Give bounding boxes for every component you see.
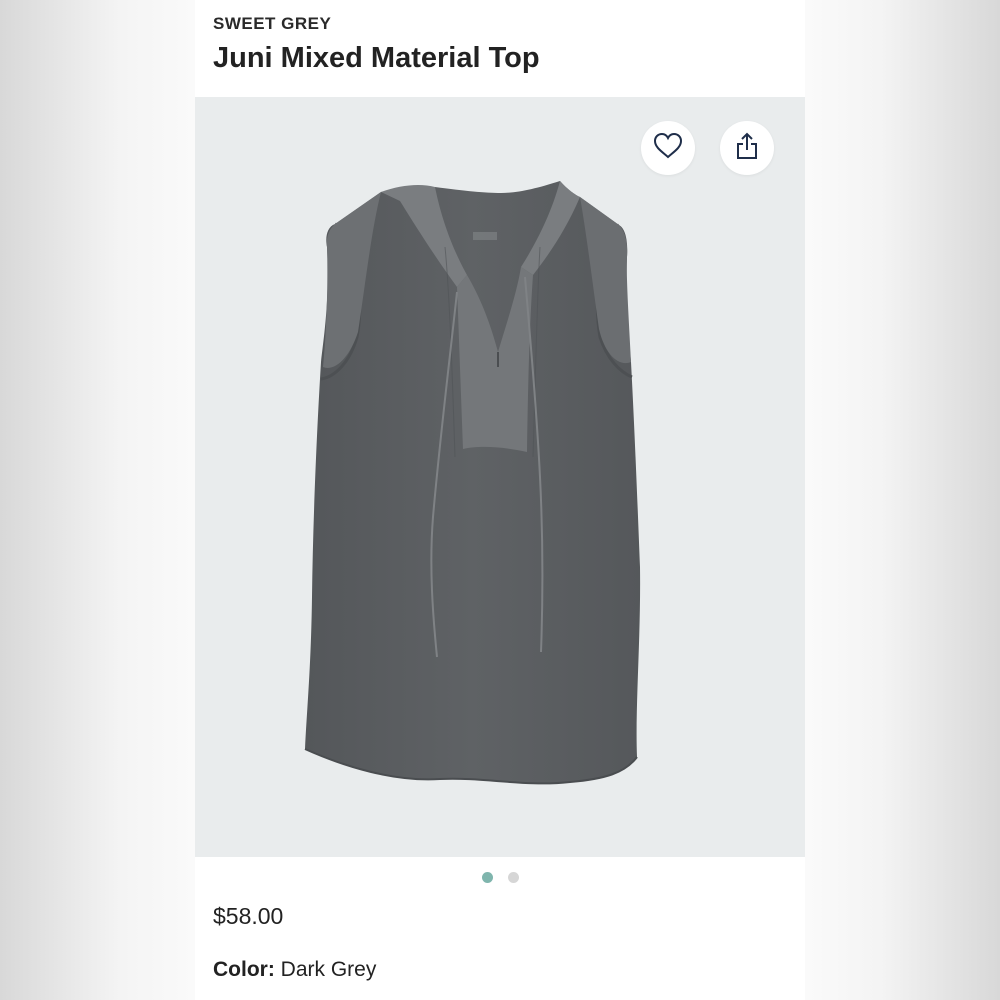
carousel-dot-1[interactable] <box>481 872 493 883</box>
brand-name[interactable]: SWEET GREY <box>213 14 331 34</box>
carousel-dot-2[interactable] <box>507 872 519 883</box>
favorite-button[interactable] <box>641 121 695 175</box>
product-image <box>304 181 641 785</box>
heart-icon <box>653 132 683 165</box>
product-image-carousel[interactable] <box>195 97 805 857</box>
price: $58.00 <box>213 903 284 929</box>
share-icon <box>735 132 759 165</box>
product-title: Juni Mixed Material Top <box>213 42 540 74</box>
color-info: Color: Dark Grey <box>213 958 376 982</box>
carousel-indicator <box>195 872 805 883</box>
share-button[interactable] <box>720 121 774 175</box>
product-page: SWEET GREY Juni Mixed Material Top $58.0… <box>195 0 805 1000</box>
color-label: Color: <box>213 958 275 981</box>
color-value: Dark Grey <box>280 958 377 981</box>
